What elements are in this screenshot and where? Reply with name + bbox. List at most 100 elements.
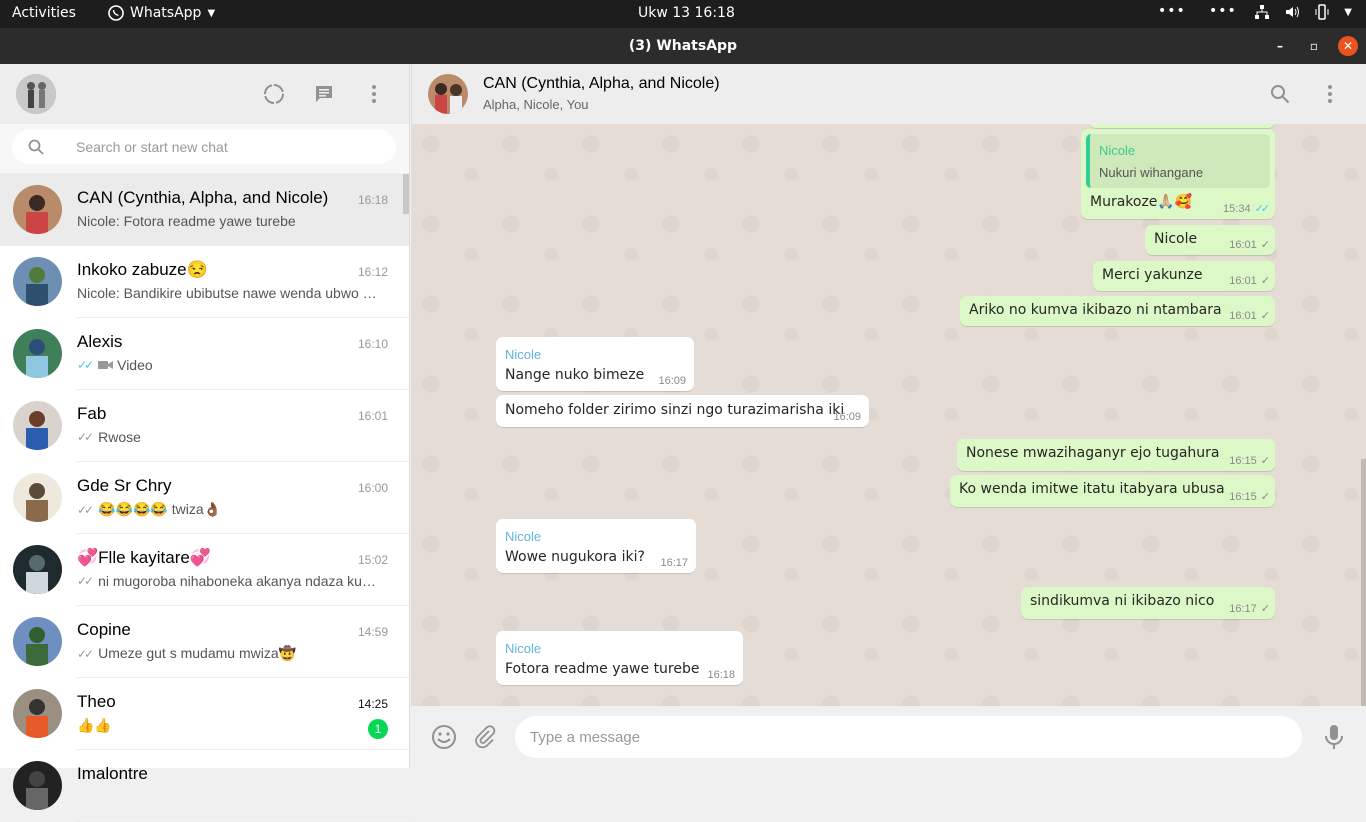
outgoing-message[interactable]: Ariko no kumva ikibazo ni ntambara 16:01 ✓ — [960, 296, 1275, 326]
quoted-message[interactable]: Nicole Nukuri wihangane — [1086, 134, 1270, 188]
incoming-message[interactable]: Nomeho folder zirimo sinzi ngo turazimar… — [496, 395, 869, 427]
chat-list-item[interactable]: Copine 14:59 ✓✓ Umeze gut s mudamu mwiza🤠 — [0, 606, 409, 678]
chat-time: 16:18 — [357, 193, 388, 207]
conversation-title[interactable]: CAN (Cynthia, Alpha, and Nicole) — [483, 75, 720, 93]
chat-list-item[interactable]: Inkoko zabuze😒 16:12 Nicole: Bandikire ubi… — [0, 246, 409, 318]
chat-name: Fab — [77, 404, 107, 423]
read-ticks-icon: ✓✓ — [1254, 203, 1271, 215]
search-input[interactable] — [76, 130, 376, 164]
incoming-message[interactable]: Nicole Fotora readme yawe turebe 16:18 — [496, 631, 743, 685]
message-bubble-partial — [1089, 124, 1275, 128]
search-box[interactable] — [12, 130, 396, 164]
message-meta: 16:17 — [660, 557, 688, 569]
chat-list: CAN (Cynthia, Alpha, and Nicole) 16:18 Nic… — [0, 174, 409, 822]
incoming-message[interactable]: Nicole Wowe nugukora iki? 16:17 — [496, 519, 696, 573]
message-area[interactable]: Nicole Nukuri wihangane Murakoze🙏🏼🥰 15:34 ✓✓… — [411, 124, 1366, 706]
maximize-icon: ▫ — [1309, 39, 1319, 53]
message-meta: 15:34 ✓✓ — [1223, 202, 1271, 215]
delivered-ticks-icon: ✓✓ — [77, 502, 94, 517]
mic-icon — [1325, 725, 1343, 749]
delivered-ticks-icon: ✓ — [1260, 455, 1270, 467]
message-time: 16:17 — [660, 557, 688, 569]
activities-button[interactable]: Activities — [12, 5, 76, 21]
outgoing-message[interactable]: sindikumva ni ikibazo nico 16:17 ✓ — [1021, 587, 1275, 619]
chevron-down-icon: ▼ — [1344, 6, 1352, 18]
overflow-indicator-icon[interactable]: ••• — [1158, 3, 1186, 19]
chat-preview-text: Nicole: Bandikire ubibutse nawe wenda ub… — [77, 285, 377, 301]
incoming-message[interactable]: Nicole Nange nuko bimeze 16:09 — [496, 337, 694, 391]
chat-name: 💞Flle kayitare💞 — [77, 548, 211, 567]
outgoing-message[interactable]: Nicole Nukuri wihangane Murakoze🙏🏼🥰 15:34 ✓✓ — [1081, 129, 1275, 219]
window-title: (3) WhatsApp — [628, 38, 738, 54]
delivered-ticks-icon: ✓ — [1260, 491, 1270, 503]
chat-avatar — [13, 545, 62, 594]
close-button[interactable]: ✕ — [1338, 36, 1358, 56]
chat-time: 14:59 — [357, 625, 388, 639]
message-text: Merci yakunze — [1102, 267, 1203, 283]
chat-name: Theo — [77, 692, 116, 711]
outgoing-message[interactable]: Nonese mwazihaganyr ejo tugahura 16:15 ✓ — [957, 439, 1275, 471]
voice-message-button[interactable] — [1321, 724, 1347, 750]
chat-preview-text: ni mugoroba nihaboneka akanya ndaza ku… — [98, 573, 376, 589]
outgoing-message[interactable]: Merci yakunze 16:01 ✓ — [1093, 261, 1275, 291]
minimize-button[interactable]: – — [1270, 36, 1290, 56]
new-chat-button[interactable] — [312, 82, 336, 106]
delivered-ticks-icon: ✓✓ — [77, 430, 94, 444]
chat-list-item[interactable]: Imalontre — [0, 750, 409, 822]
chat-time: 16:01 — [357, 409, 388, 423]
chat-list-item[interactable]: 💞Flle kayitare💞 15:02 ✓✓ ni mugoroba nihabo… — [0, 534, 409, 606]
emoji-icon — [432, 725, 456, 749]
message-input-box[interactable] — [515, 716, 1302, 758]
message-sender[interactable]: Nicole — [505, 347, 541, 362]
message-sender[interactable]: Nicole — [505, 529, 541, 544]
delivered-ticks-icon: ✓✓ — [77, 574, 94, 588]
chat-list-item[interactable]: Theo 14:25 👍👍 1 — [0, 678, 409, 750]
system-tray[interactable]: ▼ — [1254, 4, 1352, 20]
group-avatar[interactable] — [428, 74, 468, 114]
attach-button[interactable] — [472, 724, 498, 750]
message-text: Wowe nugukora iki? — [505, 549, 645, 565]
conversation-header[interactable]: CAN (Cynthia, Alpha, and Nicole) Alpha, … — [411, 64, 1366, 124]
maximize-button[interactable]: ▫ — [1304, 36, 1324, 56]
emoji-button[interactable] — [431, 724, 457, 750]
search-icon — [28, 139, 44, 155]
search-messages-button[interactable] — [1268, 82, 1292, 106]
search-bar — [0, 124, 409, 174]
chat-preview: ✓✓ Rwose — [77, 429, 377, 445]
chat-time: 16:00 — [357, 481, 388, 495]
message-meta: 16:09 — [833, 411, 861, 423]
status-button[interactable] — [262, 82, 286, 106]
profile-avatar[interactable] — [16, 74, 56, 114]
message-meta: 16:09 — [658, 375, 686, 387]
message-text: sindikumva ni ikibazo nico — [1030, 593, 1215, 609]
chat-preview: ✓✓ Umeze gut s mudamu mwiza🤠 — [77, 645, 377, 662]
message-sender[interactable]: Nicole — [505, 641, 541, 656]
delivered-ticks-icon: ✓ — [1260, 275, 1270, 287]
conversation-menu-button[interactable] — [1318, 82, 1342, 106]
sidebar-scrollbar[interactable] — [403, 174, 409, 214]
app-menu[interactable]: WhatsApp ▼ — [108, 5, 215, 21]
message-meta: 16:18 — [707, 669, 735, 681]
chat-list-item[interactable]: CAN (Cynthia, Alpha, and Nicole) 16:18 Nic… — [0, 174, 409, 246]
chat-list-item[interactable]: Alexis 16:10 ✓✓ Video — [0, 318, 409, 390]
menu-button[interactable] — [362, 82, 386, 106]
chat-preview-text: 👍👍 — [77, 717, 112, 733]
search-icon — [1271, 85, 1290, 104]
chat-avatar — [13, 257, 62, 306]
message-input[interactable] — [515, 716, 1302, 758]
message-scrollbar[interactable] — [1361, 459, 1366, 706]
chat-avatar — [13, 401, 62, 450]
clock[interactable]: Ukw 13 16:18 — [638, 5, 735, 21]
chat-name: Gde Sr Chry — [77, 476, 172, 495]
status-icon — [264, 84, 284, 104]
message-meta: 16:01 ✓ — [1229, 274, 1270, 287]
outgoing-message[interactable]: Ko wenda imitwe itatu itabyara ubusa 16:1… — [950, 475, 1275, 507]
overflow-indicator-icon[interactable]: ••• — [1209, 3, 1237, 19]
outgoing-message[interactable]: Nicole 16:01 ✓ — [1145, 225, 1275, 255]
message-text: Ko wenda imitwe itatu itabyara ubusa — [959, 481, 1225, 497]
chat-sidebar: CAN (Cynthia, Alpha, and Nicole) 16:18 Nic… — [0, 64, 410, 822]
chat-list-item[interactable]: Gde Sr Chry 16:00 ✓✓ 😂😂😂😂 twiza👌🏾 — [0, 462, 409, 534]
conversation-panel: CAN (Cynthia, Alpha, and Nicole) Alpha, … — [411, 64, 1366, 768]
message-text: Fotora readme yawe turebe — [505, 661, 700, 677]
chat-list-item[interactable]: Fab 16:01 ✓✓ Rwose — [0, 390, 409, 462]
